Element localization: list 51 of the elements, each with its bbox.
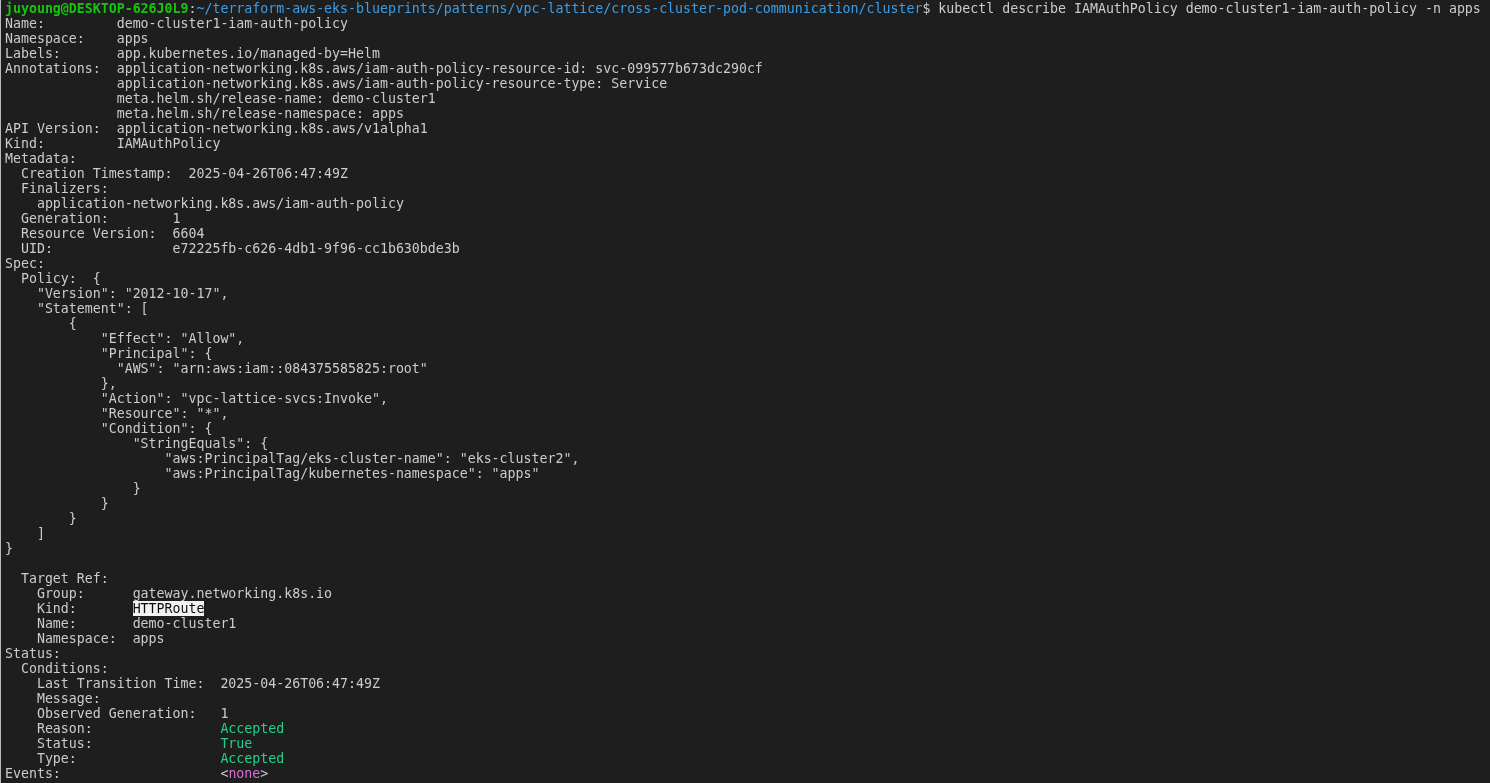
terminal-line: Name: demo-cluster1 — [35, 616, 237, 631]
terminal-line: "StringEquals": { — [131, 436, 269, 451]
terminal-line: meta.helm.sh/release-name: demo-cluster1 — [115, 91, 436, 106]
terminal-line: { — [67, 316, 77, 331]
terminal-line: Kind: HTTPRoute — [35, 601, 205, 616]
terminal-line: Resource Version: 6604 — [19, 226, 205, 241]
terminal-line: Status: — [5, 646, 61, 661]
terminal-line: Reason: Accepted — [35, 721, 285, 736]
terminal-line: "aws:PrincipalTag/kubernetes-namespace": "apps" — [163, 466, 540, 481]
terminal-line: Labels: app.kubernetes.io/managed-by=Helm — [5, 46, 380, 61]
terminal-line: Generation: 1 — [19, 211, 181, 226]
terminal-line: "Version": "2012-10-17", — [35, 286, 229, 301]
terminal-line: juyoung@DESKTOP-626J0L9:~/terraform-aws-eks-blueprints/patterns/vpc-lattice/cross-cluster-pod-communication/cluster$ kubectl describe IAMAuthPolicy demo-cluster1-iam-auth-policy -n apps — [5, 1, 1481, 16]
terminal-line: "Effect": "Allow", — [99, 331, 245, 346]
terminal-line: application-networking.k8s.aws/iam-auth-policy — [35, 196, 404, 211]
terminal-line: } — [99, 496, 109, 511]
terminal-line: "Resource": "*", — [99, 406, 229, 421]
terminal-line: Namespace: apps — [35, 631, 165, 646]
terminal-line: Spec: — [5, 256, 45, 271]
terminal-line: Status: True — [35, 736, 253, 751]
terminal-line: "Statement": [ — [35, 301, 149, 316]
terminal-line: Group: gateway.networking.k8s.io — [35, 586, 333, 601]
terminal-line: }, — [99, 376, 117, 391]
terminal-line: Metadata: — [5, 151, 77, 166]
terminal-line: Last Transition Time: 2025-04-26T06:47:49Z — [35, 676, 380, 691]
terminal-line: Annotations: application-networking.k8s.aws/iam-auth-policy-resource-id: svc-099577b673dc290cf — [5, 61, 763, 76]
terminal-line: Conditions: — [19, 661, 109, 676]
terminal-line: Type: Accepted — [35, 751, 285, 766]
terminal-line: Finalizers: — [19, 181, 109, 196]
terminal-line: ] — [35, 526, 45, 541]
terminal-line: meta.helm.sh/release-namespace: apps — [115, 106, 404, 121]
terminal-line: "Principal": { — [99, 346, 213, 361]
terminal-line: application-networking.k8s.aws/iam-auth-policy-resource-type: Service — [115, 76, 668, 91]
terminal-line: } — [131, 481, 141, 496]
terminal-line: } — [5, 541, 13, 556]
terminal-line: "Action": "vpc-lattice-svcs:Invoke", — [99, 391, 388, 406]
terminal-line: } — [67, 511, 77, 526]
terminal-line: "AWS": "arn:aws:iam::084375585825:root" — [115, 361, 428, 376]
terminal-line: Message: — [35, 691, 101, 706]
terminal-line: Kind: IAMAuthPolicy — [5, 136, 221, 151]
terminal-line: "Condition": { — [99, 421, 213, 436]
terminal-line: Creation Timestamp: 2025-04-26T06:47:49Z — [19, 166, 349, 181]
terminal-line: Events: <none> — [5, 766, 269, 781]
terminal-line: "aws:PrincipalTag/eks-cluster-name": "eks-cluster2", — [163, 451, 580, 466]
terminal-line: UID: e72225fb-c626-4db1-9f96-cc1b630bde3b — [19, 241, 460, 256]
terminal-line: Target Ref: — [19, 571, 109, 586]
terminal-line: Observed Generation: 1 — [35, 706, 229, 721]
terminal-line: API Version: application-networking.k8s.aws/v1alpha1 — [5, 121, 428, 136]
terminal-line: Policy: { — [19, 271, 101, 286]
terminal-line: Name: demo-cluster1-iam-auth-policy — [5, 16, 349, 31]
terminal-line: Namespace: apps — [5, 31, 149, 46]
